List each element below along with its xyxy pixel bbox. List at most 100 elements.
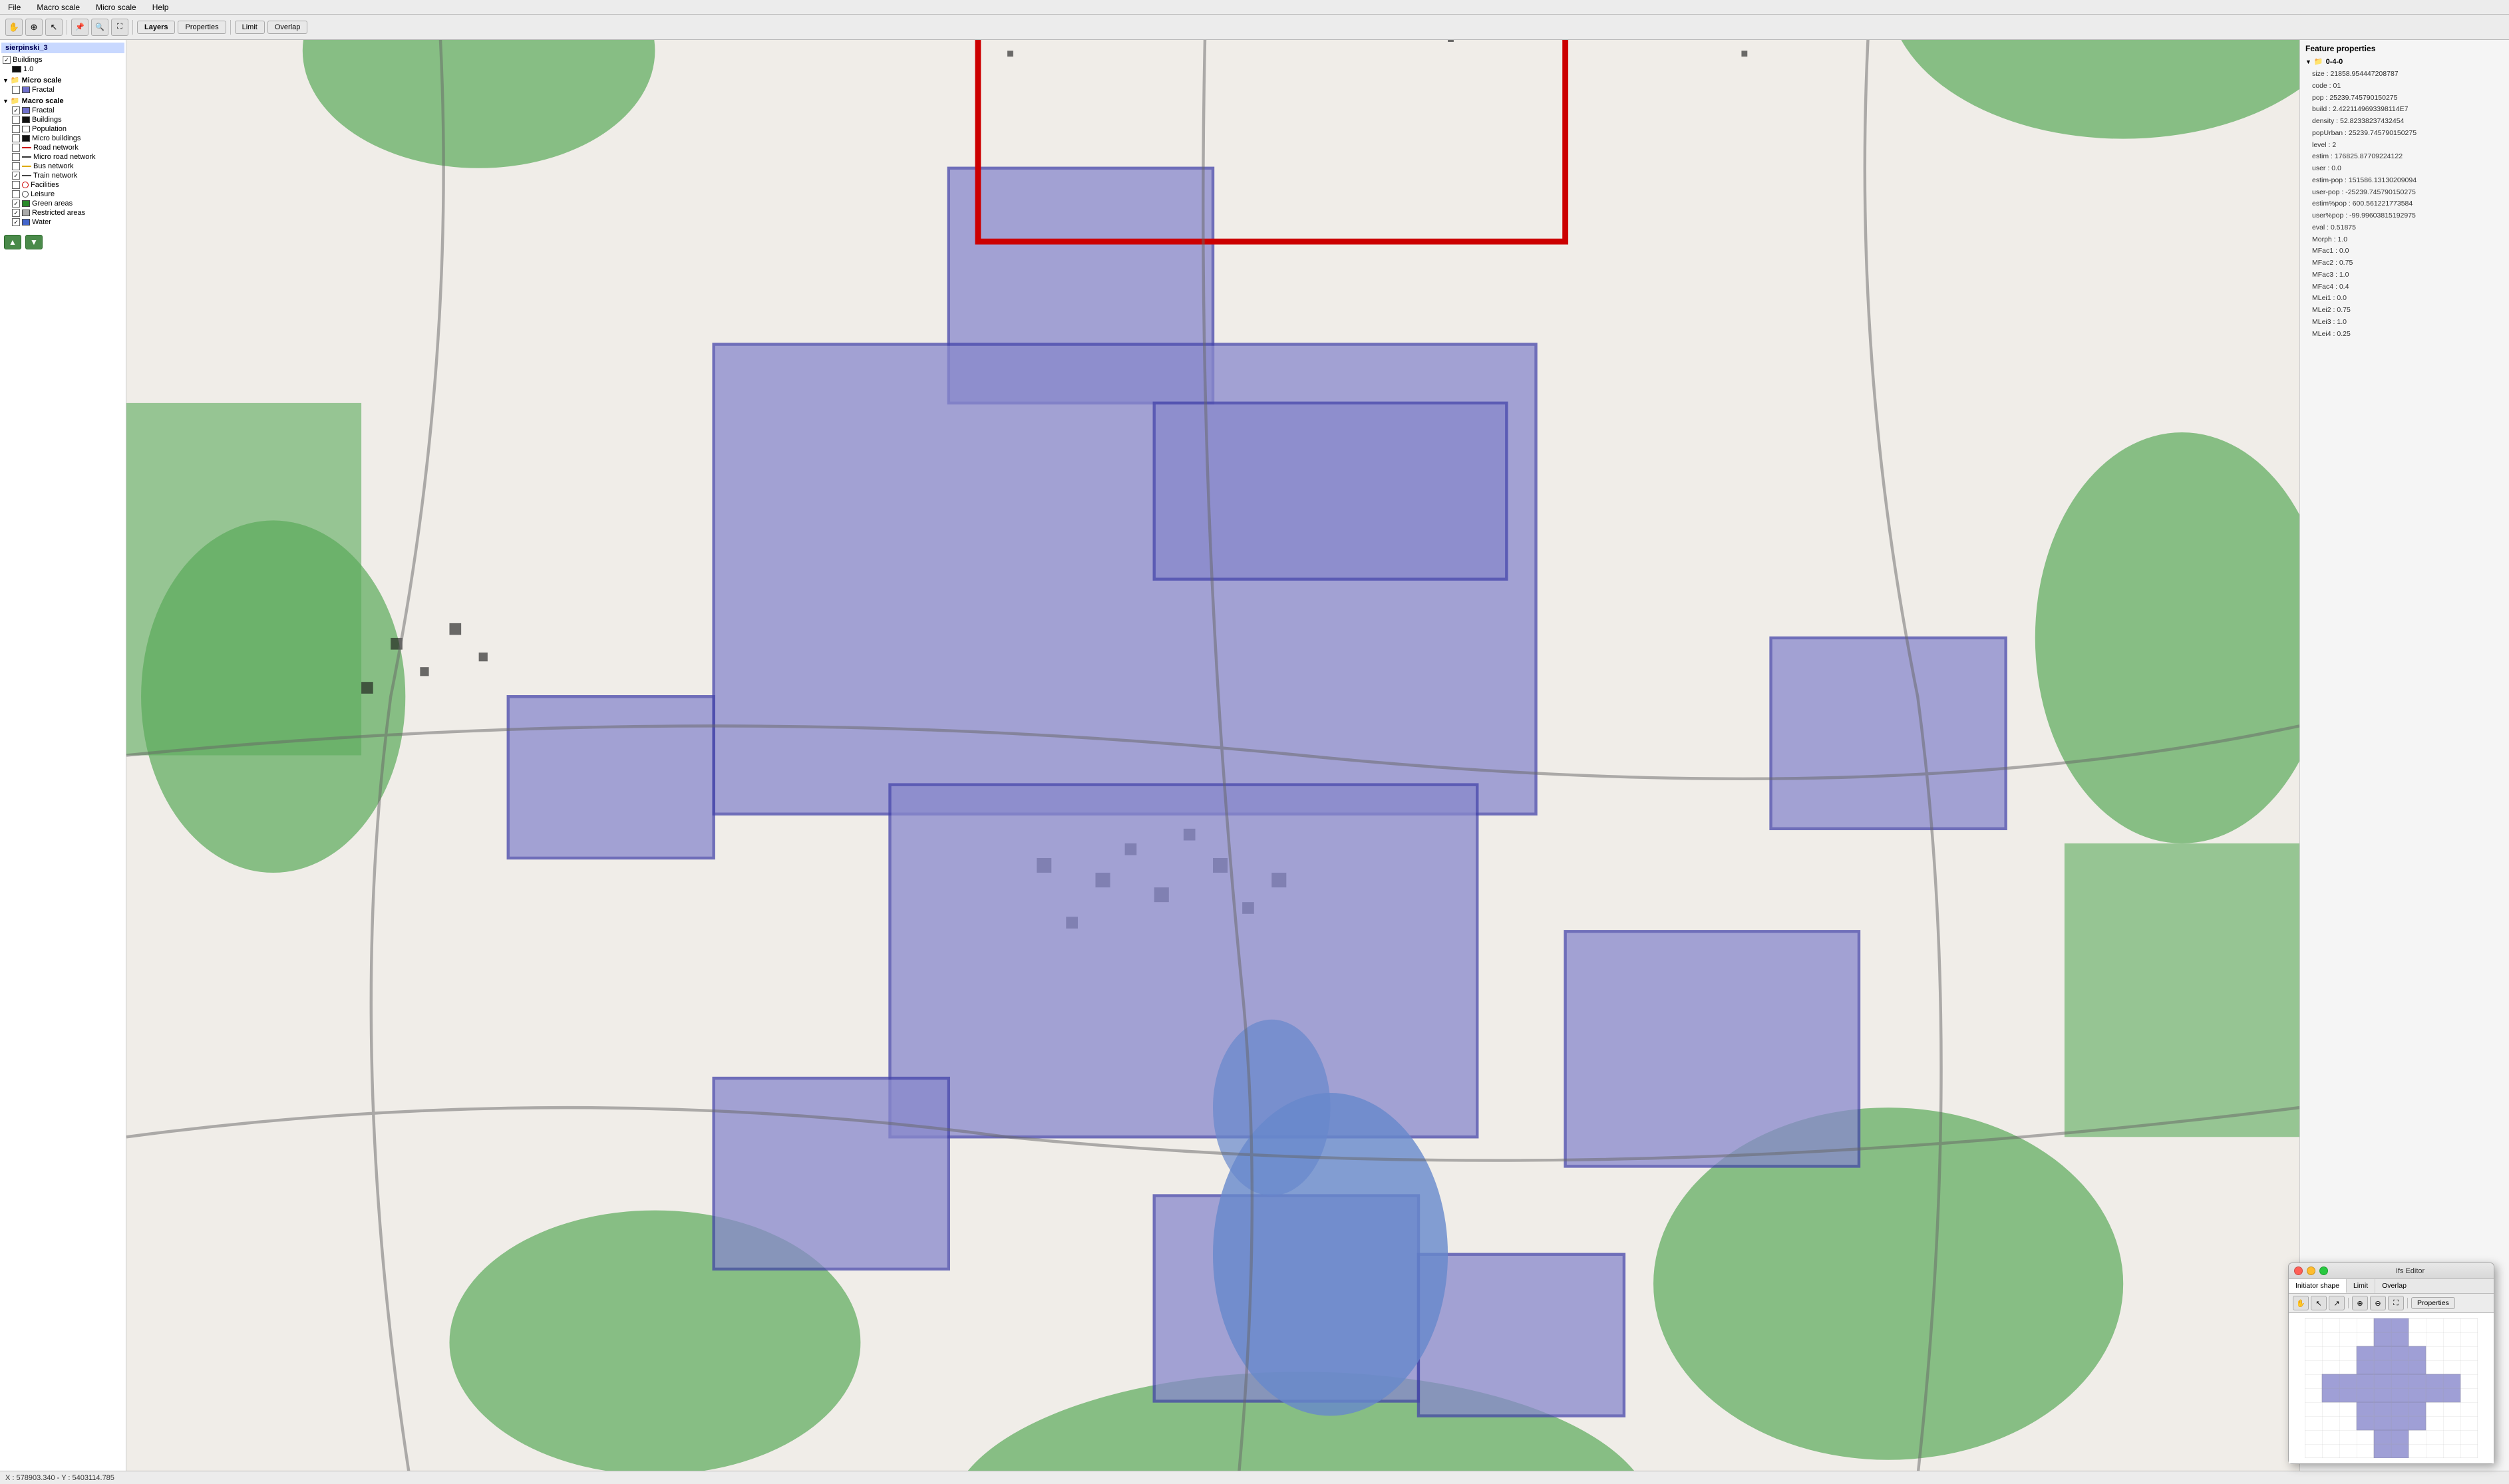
checkbox-buildings[interactable]: ✓ [3,56,11,64]
swatch-macro-fractal [22,107,30,114]
tree-row-facilities[interactable]: Facilities [11,180,124,190]
checkbox-leisure[interactable] [12,190,20,198]
label-restricted-areas: Restricted areas [32,209,85,217]
label-macro-scale: Macro scale [22,97,64,105]
ifs-tab-overlap[interactable]: Overlap [2375,1279,2413,1293]
prop-mfac1: MFac1 : 0.0 [2311,245,2504,257]
label-facilities: Facilities [31,181,59,189]
menu-file[interactable]: File [5,3,23,12]
ifs-tool-pan[interactable]: ✋ [2293,1296,2309,1310]
tool-zoom-in[interactable]: 🔍 [91,19,108,36]
tool-select[interactable]: ↖ [45,19,63,36]
prop-mfac4: MFac4 : 0.4 [2311,281,2504,293]
properties-button[interactable]: Properties [178,21,226,34]
menu-help[interactable]: Help [150,3,172,12]
tree-row-water[interactable]: ✓ Water [11,218,124,227]
prop-mlei1: MLei1 : 0.0 [2311,293,2504,305]
label-leisure: Leisure [31,190,55,198]
move-up-button[interactable]: ▲ [4,235,21,249]
swatch-bus-network [22,166,31,167]
layer-label-buildings: Buildings [13,56,43,64]
limit-tab[interactable]: Limit [235,21,265,34]
ifs-properties-button[interactable]: Properties [2411,1297,2455,1309]
left-panel: sierpinski_3 ✓ Buildings 1.0 ▼ 📁 M [0,40,126,1471]
toolbar-separator2 [132,20,133,35]
move-down-button[interactable]: ▼ [25,235,43,249]
tree-row-restricted-areas[interactable]: ✓ Restricted areas [11,208,124,218]
swatch-micro-fractal [22,86,30,93]
checkbox-road-network[interactable] [12,144,20,152]
label-macro-fractal: Fractal [32,106,55,114]
checkbox-micro-fractal[interactable] [12,86,20,94]
tree-row-macro-buildings[interactable]: Buildings [11,115,124,124]
toolbar-separator3 [230,20,231,35]
swatch-leisure [22,191,29,198]
layer-nav: ▲ ▼ [1,232,124,252]
menu-macro-scale[interactable]: Macro scale [34,3,83,12]
tree-row-macro-scale[interactable]: ▼ 📁 Macro scale [1,96,124,106]
toolbar: ✋ ⊕ ↖ 📌 🔍 ⛶ Layers Properties Limit Over… [0,15,2509,40]
feature-node-row[interactable]: ▼ 📁 0-4-0 [2305,57,2504,66]
checkbox-population[interactable] [12,125,20,133]
tree-row-bus-network[interactable]: Bus network [11,162,124,171]
traffic-light-red[interactable] [2294,1266,2303,1275]
checkbox-macro-buildings[interactable] [12,116,20,124]
checkbox-macro-fractal[interactable]: ✓ [12,106,20,114]
label-train-network: Train network [33,172,77,180]
ifs-tool-zoom-in[interactable]: ⊕ [2352,1296,2368,1310]
swatch-macro-buildings [22,116,30,123]
ifs-tool-cursor[interactable]: ↗ [2329,1296,2345,1310]
tool-fullscreen[interactable]: ⛶ [111,19,128,36]
tree-row-buildings[interactable]: ✓ Buildings [1,55,124,65]
ifs-grid-content[interactable] [2289,1313,2494,1463]
tree-row-leisure[interactable]: Leisure [11,190,124,199]
map-area[interactable] [126,40,2299,1471]
tool-pan[interactable]: ✋ [5,19,23,36]
checkbox-restricted-areas[interactable]: ✓ [12,209,20,217]
traffic-light-green[interactable] [2319,1266,2328,1275]
tree-row-micro-fractal[interactable]: Fractal [11,85,124,94]
overlap-tab[interactable]: Overlap [267,21,308,34]
checkbox-train-network[interactable]: ✓ [12,172,20,180]
tree-row-micro-buildings[interactable]: Micro buildings [11,134,124,143]
label-micro-buildings: Micro buildings [32,134,81,142]
menu-micro-scale[interactable]: Micro scale [93,3,139,12]
tree-row-green-areas[interactable]: ✓ Green areas [11,199,124,208]
ifs-tab-limit[interactable]: Limit [2347,1279,2375,1293]
tool-pin[interactable]: 📌 [71,19,88,36]
ifs-tool-select[interactable]: ↖ [2311,1296,2327,1310]
tree-row-buildings-swatch: 1.0 [11,65,124,74]
tree-root[interactable]: sierpinski_3 [1,43,124,53]
checkbox-facilities[interactable] [12,181,20,189]
swatch-water [22,219,30,225]
tree-row-micro-scale[interactable]: ▼ 📁 Micro scale [1,75,124,85]
ifs-tool-fullscreen[interactable]: ⛶ [2388,1296,2404,1310]
checkbox-micro-buildings[interactable] [12,134,20,142]
tree-row-road-network[interactable]: Road network [11,143,124,152]
ifs-tab-initiator[interactable]: Initiator shape [2289,1279,2347,1293]
label-micro-fractal: Fractal [32,86,55,94]
checkbox-green-areas[interactable]: ✓ [12,200,20,208]
tree-section-buildings: ✓ Buildings 1.0 [1,55,124,74]
prop-estim-pop: estim-pop : 151586.13130209094 [2311,175,2504,187]
prop-density: density : 52.82338237432454 [2311,116,2504,128]
tree-row-micro-road[interactable]: Micro road network [11,152,124,162]
tool-zoom[interactable]: ⊕ [25,19,43,36]
checkbox-bus-network[interactable] [12,162,20,170]
prop-mfac3: MFac3 : 1.0 [2311,269,2504,281]
traffic-light-yellow[interactable] [2307,1266,2315,1275]
checkbox-water[interactable]: ✓ [12,218,20,226]
tree-row-population[interactable]: Population [11,124,124,134]
tree-row-train-network[interactable]: ✓ Train network [11,171,124,180]
tree-row-macro-fractal[interactable]: ✓ Fractal [11,106,124,115]
main-window: ✋ ⊕ ↖ 📌 🔍 ⛶ Layers Properties Limit Over… [0,15,2509,1484]
layers-button[interactable]: Layers [137,21,175,34]
checkbox-micro-road[interactable] [12,153,20,161]
tree-expand-icon: ▼ [2305,59,2311,65]
ifs-toolbar: ✋ ↖ ↗ ⊕ ⊖ ⛶ Properties [2289,1294,2494,1313]
prop-pop: pop : 25239.745790150275 [2311,92,2504,104]
ifs-editor-title: Ifs Editor [2332,1267,2488,1275]
ifs-tool-zoom-out[interactable]: ⊖ [2370,1296,2386,1310]
label-water: Water [32,218,51,226]
swatch-buildings [12,66,21,73]
